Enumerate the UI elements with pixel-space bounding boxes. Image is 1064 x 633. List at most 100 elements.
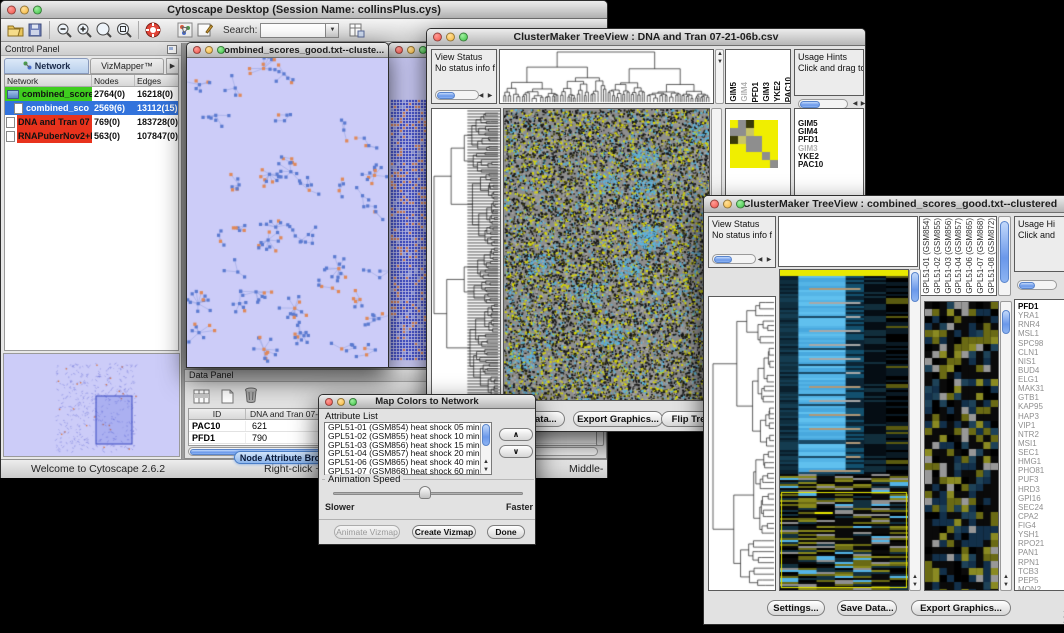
tv2-column-label[interactable]: GPL51-02 (GSM855) [932,218,943,294]
network-table-row[interactable]: combined_sco 2569(6) 13112(15) [5,101,178,115]
tv1-column-label[interactable]: GIM4 [739,82,750,102]
main-title-bar[interactable]: Cytoscape Desktop (Session Name: collins… [1,1,607,19]
tab-vizmapper[interactable]: VizMapper™ [90,58,164,74]
tv2-column-label[interactable]: GPL51-08 (GSM872) [986,218,997,294]
scroll-up-icon[interactable]: ▲ [716,51,724,57]
zoom-fit-icon[interactable] [94,20,114,40]
scroll-down-icon[interactable]: ▼ [482,467,490,473]
network-view-canvas[interactable] [187,58,388,367]
tv1-column-label[interactable]: GIM3 [761,82,772,102]
close-icon[interactable] [193,46,201,54]
tv1-column-dendrogram[interactable] [499,49,714,104]
zoom-window-icon[interactable] [349,398,357,406]
tv2-zoom-vscrollbar[interactable]: ▲ ▼ [1000,301,1012,591]
tv2-column-label[interactable]: GPL51-01 (GSM854) [921,218,932,294]
tv2-column-dendrogram[interactable] [778,216,918,267]
zoom-window-icon[interactable] [33,5,42,14]
tv1-column-label[interactable]: PFD1 [750,82,761,102]
id-column-header[interactable]: ID [189,409,246,419]
search-dropdown-button[interactable]: ▼ [326,23,339,38]
tv1-column-label[interactable]: YKE2 [772,81,783,102]
animate-vizmap-button[interactable]: Animate Vizmap [334,525,400,539]
tv2-gene-label[interactable]: KAP95 [1016,402,1044,411]
scroll-thumb[interactable] [1019,282,1035,289]
background-network-titlebar[interactable] [389,43,431,58]
scroll-thumb[interactable] [1000,221,1009,283]
close-icon[interactable] [325,398,333,406]
tv1-column-label[interactable]: GIM5 [728,82,739,102]
tv2-header-vscrollbar[interactable] [998,216,1011,296]
minimize-icon[interactable] [446,33,455,42]
new-attribute-icon[interactable] [217,386,237,406]
tv2-gene-label[interactable]: PEP5 [1016,576,1044,585]
tv2-gene-label[interactable]: MAK31 [1016,384,1044,393]
tv2-gene-label[interactable]: GTB1 [1016,393,1044,402]
delete-attribute-icon[interactable] [241,385,261,405]
tv2-gene-label[interactable]: NTR2 [1016,430,1044,439]
tv2-gene-label[interactable]: PUF3 [1016,475,1044,484]
move-up-button[interactable]: ∧ [499,428,533,441]
attribute-listbox[interactable]: GPL51-01 (GSM854) heat shock 05 minGPL51… [324,422,492,475]
network-overview-panel[interactable] [3,353,180,457]
scroll-thumb[interactable] [482,424,490,446]
minimize-icon[interactable] [205,46,213,54]
tv2-gene-label[interactable]: HRD3 [1016,485,1044,494]
tv2-gene-label[interactable]: YSH1 [1016,530,1044,539]
help-lifering-icon[interactable] [143,20,163,40]
scroll-down-icon[interactable]: ▼ [716,59,724,65]
scroll-thumb[interactable] [911,272,919,302]
network-view-icon[interactable] [175,20,195,40]
tab-overflow-button[interactable]: ▶ [166,58,179,74]
nodes-column-header[interactable]: Nodes [92,75,135,86]
tv2-gene-label[interactable]: HMG1 [1016,457,1044,466]
zoom-window-icon[interactable] [459,33,468,42]
zoom-out-icon[interactable] [54,20,74,40]
tv2-gene-label[interactable]: TCB3 [1016,567,1044,576]
annotation-icon[interactable] [195,20,215,40]
network-overview-canvas[interactable] [4,354,179,456]
scroll-left-icon[interactable]: ◀ [756,257,764,263]
scroll-down-icon[interactable]: ▼ [1002,582,1010,588]
done-button[interactable]: Done [487,525,525,539]
tv2-gene-label[interactable]: SEC1 [1016,448,1044,457]
tv2-column-label[interactable]: GPL51-07 (GSM868) [975,218,986,294]
scroll-up-icon[interactable]: ▲ [482,459,490,465]
tv2-column-label[interactable]: GPL51-03 (GSM856) [943,218,954,294]
tv2-gene-label[interactable]: BUD4 [1016,366,1044,375]
minimize-icon[interactable] [337,398,345,406]
tv1-status-scrollbar[interactable] [435,90,479,100]
scroll-thumb[interactable] [437,92,455,99]
tv2-gene-label[interactable]: NIS1 [1016,357,1044,366]
scroll-right-icon[interactable]: ▶ [486,93,494,99]
scroll-right-icon[interactable]: ▶ [765,257,773,263]
tv2-gene-label[interactable]: MSL1 [1016,329,1044,338]
attribute-browser-icon[interactable] [347,20,367,40]
minimize-icon[interactable] [20,5,29,14]
tv2-hints-scrollbar[interactable] [1017,280,1057,290]
zoom-window-icon[interactable] [736,200,745,209]
tv2-column-label[interactable]: GPL51-06 (GSM865) [964,218,975,294]
network-name-cell[interactable]: RNAPuberNov2+I [5,129,92,143]
tv1-mini-heatmap[interactable] [730,120,778,168]
scroll-down-icon[interactable]: ▼ [911,582,919,588]
scroll-thumb[interactable] [714,256,732,263]
close-icon[interactable] [395,46,403,54]
tv2-gene-label[interactable]: RPN1 [1016,558,1044,567]
save-icon[interactable] [25,20,45,40]
tv2-gene-label[interactable]: HAP3 [1016,412,1044,421]
scroll-thumb[interactable] [1002,310,1010,334]
network-table-row[interactable]: DNA and Tran 07 769(0) 183728(0) [5,115,178,129]
float-panel-icon[interactable] [167,45,177,57]
tv2-export-graphics-button[interactable]: Export Graphics... [911,600,1011,616]
tv2-save-data-button[interactable]: Save Data... [837,600,897,616]
tv1-row-label[interactable]: PAC10 [798,161,823,169]
treeview1-titlebar[interactable]: ClusterMaker TreeView : DNA and Tran 07-… [427,29,865,46]
tv2-column-label[interactable]: GPL51-04 (GSM857) [953,218,964,294]
tv2-gene-label[interactable]: CLN1 [1016,348,1044,357]
tv2-gene-label[interactable]: PFD1 [1016,302,1044,311]
tv2-gene-label[interactable]: SPC98 [1016,339,1044,348]
network-name-cell[interactable]: DNA and Tran 07 [5,115,92,129]
close-icon[interactable] [433,33,442,42]
scroll-up-icon[interactable]: ▲ [911,574,919,580]
attribute-list-vscrollbar[interactable]: ▲ ▼ [480,423,491,474]
